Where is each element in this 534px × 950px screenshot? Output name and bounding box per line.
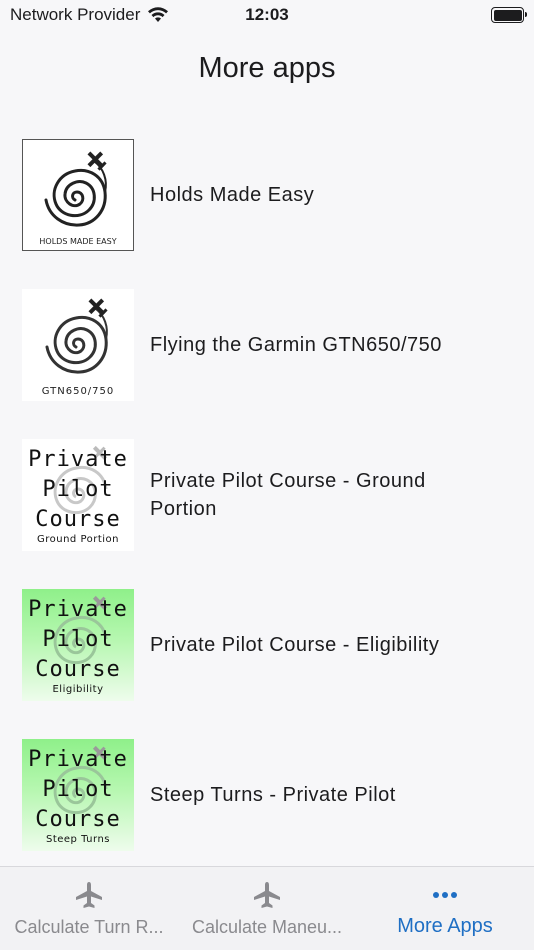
- app-name: Steep Turns - Private Pilot: [150, 784, 396, 806]
- app-icon-caption: Steep Turns: [45, 834, 110, 845]
- holds-made-easy-app-icon: HOLDS MADE EASY: [22, 139, 134, 251]
- airplane-icon: [254, 882, 280, 908]
- private-pilot-eligibility-app-icon: Private Pilot Course Eligibility: [22, 589, 134, 701]
- app-icon-caption: HOLDS MADE EASY: [39, 237, 117, 246]
- app-name: Flying the Garmin GTN650/750: [150, 334, 442, 356]
- app-icon-title: Private Pilot Course: [28, 597, 128, 682]
- app-name: Private Pilot Course - Ground Portion: [150, 470, 426, 520]
- airplane-icon: [76, 882, 102, 908]
- clock: 12:03: [245, 5, 289, 24]
- list-item[interactable]: HOLDS MADE EASY Holds Made Easy: [0, 120, 534, 270]
- list-item[interactable]: GTN650/750 Flying the Garmin GTN650/750: [0, 270, 534, 420]
- list-item[interactable]: Private Pilot Course Ground Portion Priv…: [0, 420, 534, 570]
- battery-icon: [491, 7, 527, 23]
- tab-calculate-maneuver[interactable]: Calculate Maneu...: [178, 867, 356, 950]
- spiral-icon: [44, 151, 107, 227]
- tab-label: Calculate Maneu...: [191, 917, 343, 937]
- tab-calculate-turn-radius[interactable]: Calculate Turn R...: [0, 867, 178, 950]
- page-title: More apps: [198, 52, 336, 84]
- app-icon-title: Private Pilot Course: [28, 447, 128, 532]
- steep-turns-app-icon: Private Pilot Course Steep Turns: [22, 739, 134, 851]
- list-item[interactable]: Private Pilot Course Steep Turns Steep T…: [0, 720, 534, 870]
- list-item[interactable]: Private Pilot Course Eligibility Private…: [0, 570, 534, 720]
- app-icon-title: Private Pilot Course: [28, 747, 128, 832]
- app-icon-caption: Eligibility: [52, 684, 104, 695]
- tab-bar: Calculate Turn R... Calculate Maneu... M…: [0, 866, 534, 950]
- garmin-gtn-app-icon: GTN650/750: [22, 289, 134, 401]
- tab-more-apps[interactable]: More Apps: [356, 867, 534, 950]
- app-icon-caption: GTN650/750: [41, 386, 115, 397]
- status-bar: Network Provider 12:03: [0, 0, 534, 30]
- app-icon-caption: Ground Portion: [36, 534, 120, 545]
- more-dots-icon: [433, 892, 457, 898]
- tab-label: More Apps: [397, 915, 493, 937]
- spiral-icon: [45, 298, 108, 374]
- app-name: Private Pilot Course - Eligibility: [150, 634, 440, 656]
- app-name: Holds Made Easy: [150, 184, 315, 206]
- private-pilot-ground-app-icon: Private Pilot Course Ground Portion: [22, 439, 134, 551]
- tab-label: Calculate Turn R...: [14, 917, 164, 937]
- app-list: HOLDS MADE EASY Holds Made Easy GTN650/7…: [0, 120, 534, 870]
